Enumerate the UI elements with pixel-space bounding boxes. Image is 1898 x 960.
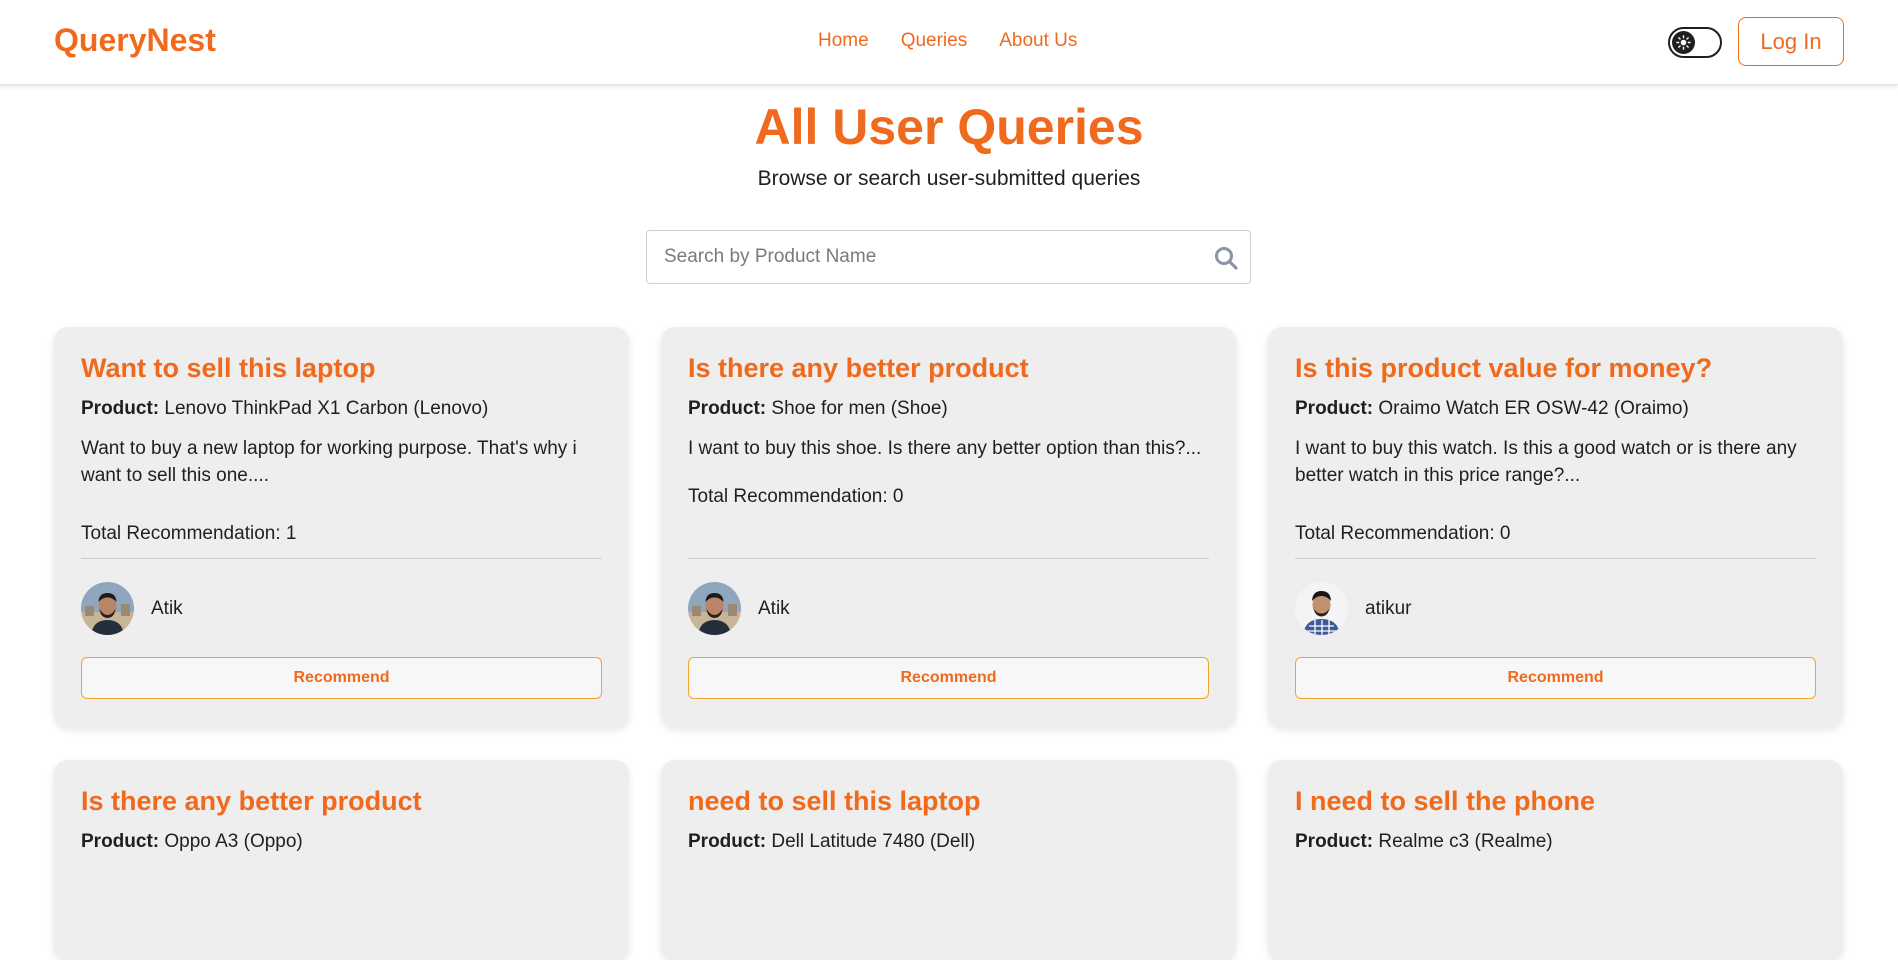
nav-links: Home Queries About Us (818, 30, 1077, 52)
theme-toggle[interactable] (1668, 27, 1722, 58)
login-button[interactable]: Log In (1738, 17, 1844, 66)
query-product: Product: Lenovo ThinkPad X1 Carbon (Leno… (81, 398, 488, 420)
query-card: Is this product value for money? Product… (1268, 327, 1843, 727)
brand-logo[interactable]: QueryNest (54, 22, 216, 59)
user-name: Atik (758, 598, 790, 619)
nav-home[interactable]: Home (818, 30, 869, 52)
product-name: Shoe for men (Shoe) (771, 398, 948, 419)
user-avatar (1295, 582, 1348, 635)
product-label: Product: (81, 398, 160, 419)
query-description: I want to buy this shoe. Is there any be… (688, 438, 1202, 459)
product-name: Realme c3 (Realme) (1378, 831, 1553, 852)
query-product: Product: Shoe for men (Shoe) (688, 398, 948, 420)
query-card: need to sell this laptop Product: Dell L… (661, 760, 1236, 960)
recommendation-label: Total Recommendation: (688, 486, 888, 507)
page-title: All User Queries (754, 99, 1144, 155)
card-divider (688, 558, 1209, 559)
product-name: Lenovo ThinkPad X1 Carbon (Lenovo) (164, 398, 489, 419)
nav-about-us[interactable]: About Us (999, 30, 1077, 52)
product-name: Dell Latitude 7480 (Dell) (771, 831, 976, 852)
query-product: Product: Oppo A3 (Oppo) (81, 831, 303, 853)
recommendation-value: 1 (285, 523, 297, 544)
navbar: QueryNest Home Queries About Us Log In (0, 0, 1898, 85)
query-title[interactable]: Is this product value for money? (1295, 353, 1712, 384)
query-product: Product: Oraimo Watch ER OSW-42 (Oraimo) (1295, 398, 1689, 420)
card-divider (81, 558, 602, 559)
query-card: I need to sell the phone Product: Realme… (1268, 760, 1843, 960)
query-card: Is there any better product Product: Opp… (54, 760, 629, 960)
recommend-button[interactable]: Recommend (81, 657, 602, 699)
recommendation-count: Total Recommendation: 1 (81, 523, 296, 545)
query-description: I want to buy this watch. Is this a good… (1295, 438, 1797, 486)
query-title[interactable]: Is there any better product (688, 353, 1029, 384)
product-name: Oppo A3 (Oppo) (164, 831, 303, 852)
query-title[interactable]: Want to sell this laptop (81, 353, 376, 384)
product-label: Product: (1295, 398, 1374, 419)
query-card: Is there any better product Product: Sho… (661, 327, 1236, 727)
recommend-button[interactable]: Recommend (688, 657, 1209, 699)
product-name: Oraimo Watch ER OSW-42 (Oraimo) (1378, 398, 1689, 419)
page-subtitle: Browse or search user-submitted queries (757, 167, 1141, 190)
user-avatar (688, 582, 741, 635)
recommendation-label: Total Recommendation: (81, 523, 281, 544)
user-avatar (81, 582, 134, 635)
query-title[interactable]: Is there any better product (81, 786, 422, 817)
query-title[interactable]: I need to sell the phone (1295, 786, 1595, 817)
user-name: atikur (1365, 598, 1412, 619)
recommendation-label: Total Recommendation: (1295, 523, 1495, 544)
recommendation-value: 0 (892, 486, 904, 507)
user-name: Atik (151, 598, 183, 619)
recommend-button[interactable]: Recommend (1295, 657, 1816, 699)
search-icon[interactable] (1213, 245, 1239, 271)
recommendation-count: Total Recommendation: 0 (688, 486, 903, 508)
search-box (646, 230, 1251, 284)
product-label: Product: (81, 831, 160, 852)
query-description: Want to buy a new laptop for working pur… (81, 438, 577, 486)
recommendation-value: 0 (1499, 523, 1511, 544)
query-title[interactable]: need to sell this laptop (688, 786, 981, 817)
sun-icon (1672, 31, 1695, 54)
query-card: Want to sell this laptop Product: Lenovo… (54, 327, 629, 727)
product-label: Product: (688, 398, 767, 419)
product-label: Product: (1295, 831, 1374, 852)
product-label: Product: (688, 831, 767, 852)
card-divider (1295, 558, 1816, 559)
query-product: Product: Dell Latitude 7480 (Dell) (688, 831, 975, 853)
nav-queries[interactable]: Queries (901, 30, 968, 52)
recommendation-count: Total Recommendation: 0 (1295, 523, 1510, 545)
search-input[interactable] (647, 231, 1187, 283)
query-product: Product: Realme c3 (Realme) (1295, 831, 1553, 853)
